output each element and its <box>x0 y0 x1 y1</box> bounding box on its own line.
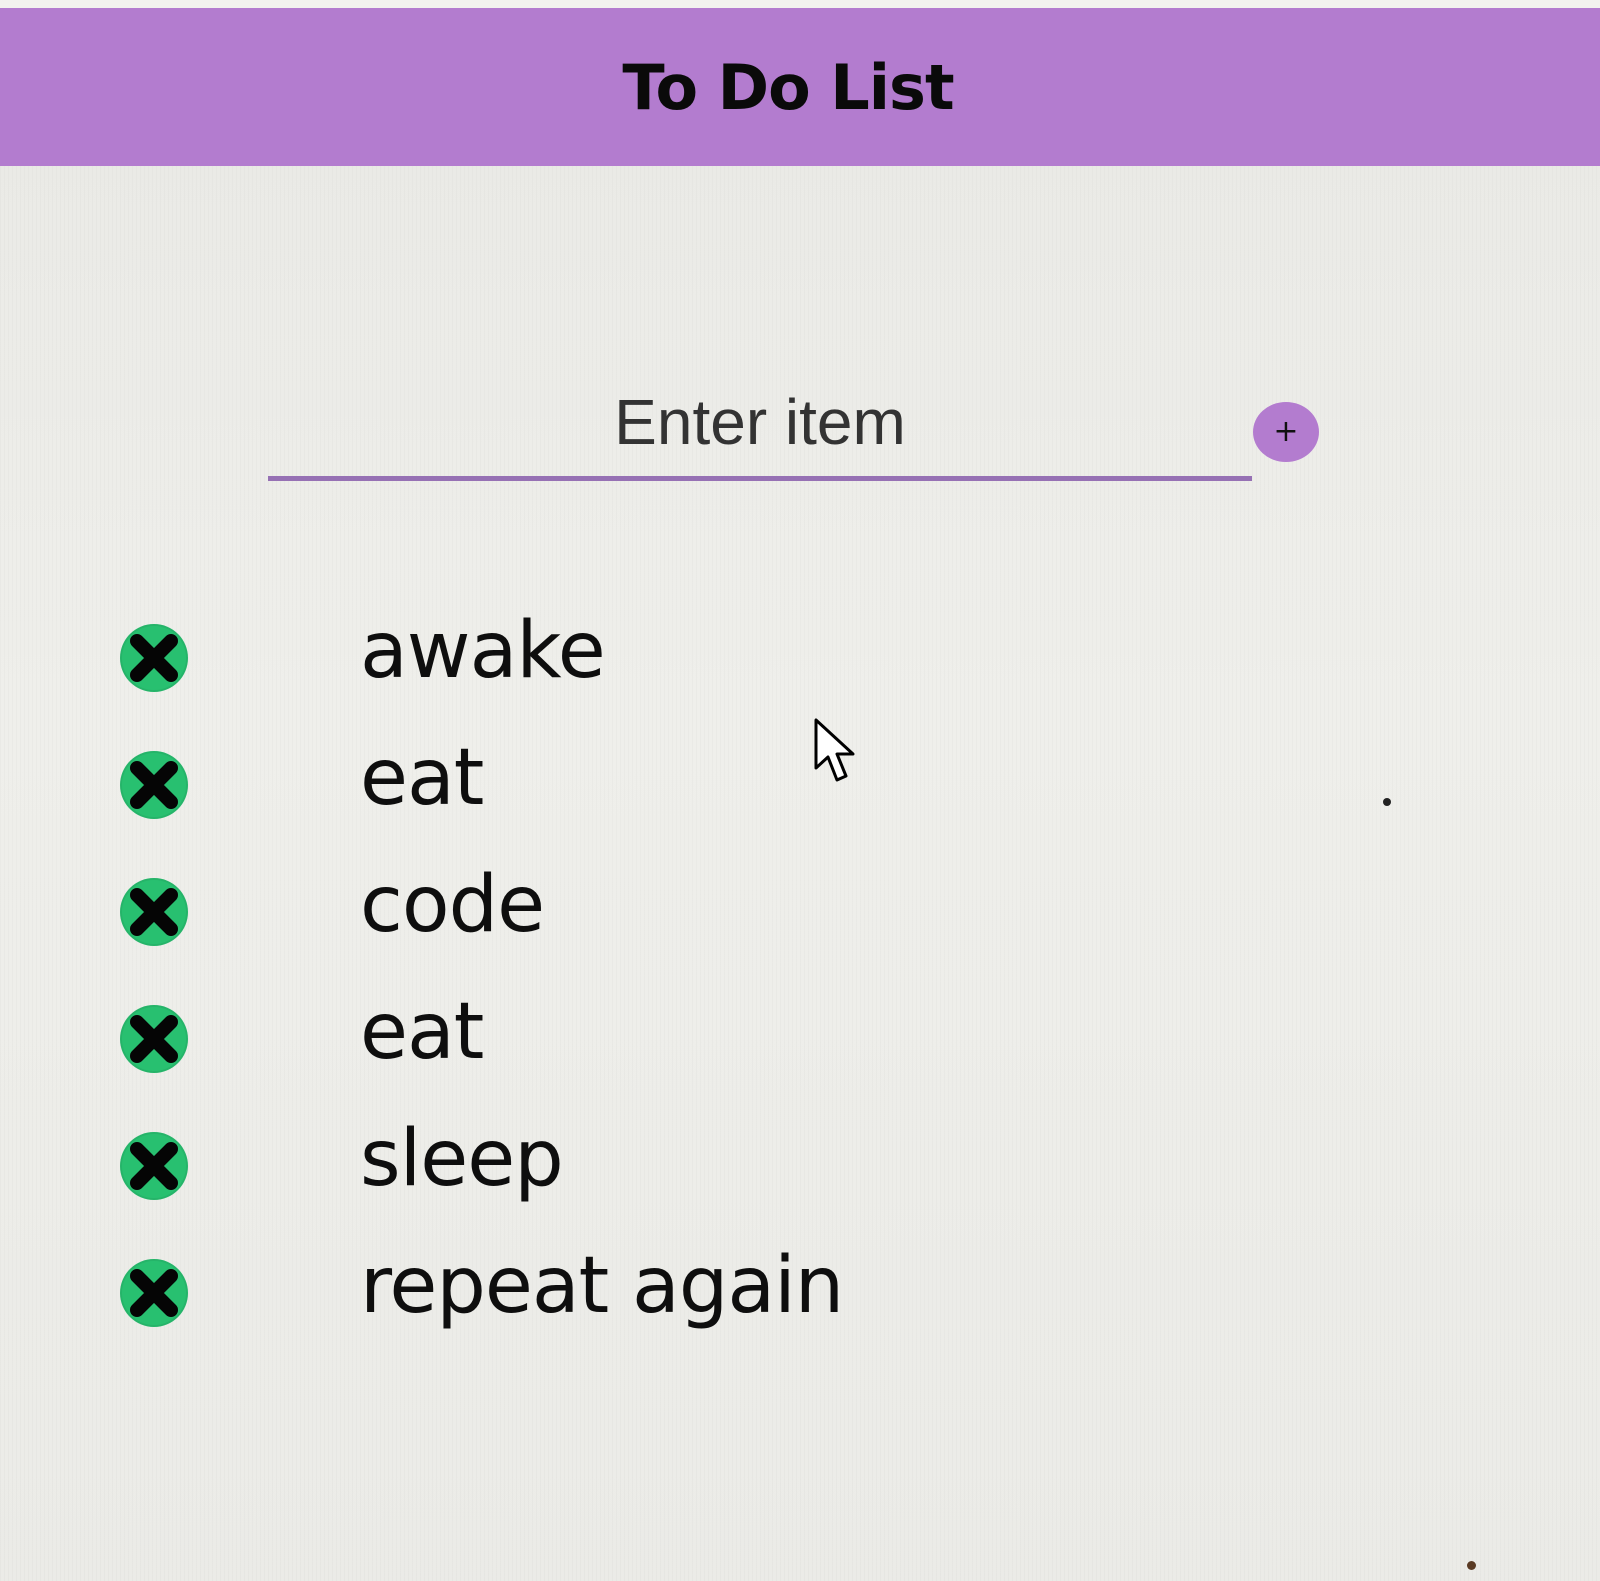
page-title: To Do List <box>622 50 954 124</box>
list-item: eat <box>120 975 1220 1102</box>
todo-list: awake eat code eat sleep repeat again <box>120 594 1220 1356</box>
screen-speck <box>1383 798 1391 806</box>
close-circle-icon <box>130 1014 178 1063</box>
close-circle-icon <box>130 887 178 936</box>
todo-item-label: code <box>360 860 545 950</box>
close-circle-icon <box>130 760 178 809</box>
todo-item-label: repeat again <box>360 1241 844 1331</box>
delete-item-button[interactable] <box>120 1131 188 1200</box>
todo-item-label: eat <box>360 733 484 823</box>
item-input[interactable] <box>268 368 1252 481</box>
todo-item-label: awake <box>360 606 606 696</box>
delete-item-button[interactable] <box>120 623 188 692</box>
screen-speck <box>1467 1561 1476 1570</box>
list-item: sleep <box>120 1102 1220 1229</box>
delete-item-button[interactable] <box>120 750 188 819</box>
app-header: To Do List <box>0 8 1600 166</box>
new-item-entry <box>268 368 1252 486</box>
todo-item-label: sleep <box>360 1114 564 1204</box>
top-strip <box>0 0 1600 8</box>
list-item: eat <box>120 721 1220 848</box>
delete-item-button[interactable] <box>120 877 188 946</box>
list-item: awake <box>120 594 1220 721</box>
close-circle-icon <box>130 1141 178 1190</box>
delete-item-button[interactable] <box>120 1258 188 1327</box>
close-circle-icon <box>130 1268 178 1317</box>
delete-item-button[interactable] <box>120 1004 188 1073</box>
plus-icon: + <box>1273 414 1299 449</box>
todo-item-label: eat <box>360 987 484 1077</box>
app-background: To Do List + awake eat <box>0 0 1600 1581</box>
list-item: repeat again <box>120 1229 1220 1356</box>
list-item: code <box>120 848 1220 975</box>
add-item-button[interactable]: + <box>1253 402 1319 462</box>
close-circle-icon <box>130 633 178 682</box>
